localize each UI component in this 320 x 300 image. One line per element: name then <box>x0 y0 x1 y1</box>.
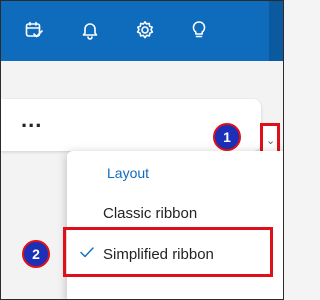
more-options-button[interactable]: ... <box>21 109 42 131</box>
menu-heading-layout: Layout <box>107 165 150 181</box>
topbar-edge <box>269 1 283 61</box>
screenshot-frame: ... ⌄ 1 Layout Classic ribbon Simplified… <box>0 0 284 300</box>
ribbon-layout-menu: Layout Classic ribbon Simplified ribbon <box>67 151 283 299</box>
calendar-check-icon[interactable] <box>21 17 47 43</box>
lightbulb-icon[interactable] <box>186 17 212 43</box>
chevron-down-icon: ⌄ <box>266 135 276 147</box>
top-bar <box>1 1 283 61</box>
gear-icon[interactable] <box>132 17 158 43</box>
step-marker-1: 1 <box>213 123 241 151</box>
menu-item-classic-ribbon[interactable]: Classic ribbon <box>103 205 197 222</box>
step-marker-2: 2 <box>22 240 50 268</box>
bell-icon[interactable] <box>77 17 103 43</box>
highlight-simplified-ribbon <box>63 227 273 277</box>
